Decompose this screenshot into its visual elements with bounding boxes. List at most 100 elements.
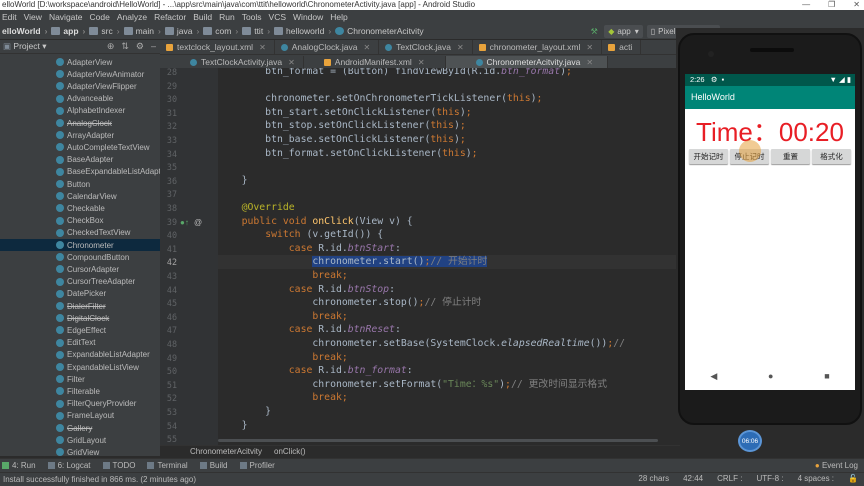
code-line[interactable]: case R.id.btnStop:: [218, 283, 395, 297]
emulator-screen[interactable]: 2:26 ⚙ ▪ ▼ ◢ ▮ HelloWorld Time：00:20 开始记…: [685, 74, 855, 390]
crumb-module[interactable]: app ›: [51, 26, 85, 36]
crumb-class[interactable]: ChronometerAcitvity: [190, 447, 262, 456]
menu-view[interactable]: View: [24, 12, 42, 22]
status-indent[interactable]: 4 spaces :: [798, 474, 834, 483]
menu-build[interactable]: Build: [193, 12, 212, 22]
restore-icon[interactable]: ❐: [828, 0, 835, 10]
code-line[interactable]: @Override: [218, 201, 295, 215]
code-line[interactable]: case R.id.btnStart:: [218, 242, 401, 256]
menu-vcs[interactable]: VCS: [269, 12, 286, 22]
menu-edit[interactable]: Edit: [2, 12, 17, 22]
tree-item[interactable]: CalendarView: [56, 190, 117, 202]
start-button[interactable]: 开始记时: [689, 149, 728, 164]
crumb-folder[interactable]: java ›: [164, 26, 199, 36]
recents-icon[interactable]: ■: [824, 371, 829, 381]
close-icon[interactable]: ✕: [457, 43, 464, 52]
tree-item[interactable]: ExpandableListAdapter: [56, 349, 150, 361]
home-icon[interactable]: ●: [768, 371, 773, 381]
menu-run[interactable]: Run: [219, 12, 235, 22]
tree-item[interactable]: AdapterViewAnimator: [56, 68, 144, 80]
hide-icon[interactable]: –: [151, 41, 156, 52]
crumb-project[interactable]: elloWorld ›: [2, 26, 47, 36]
tool-event-log[interactable]: ● Event Log: [815, 461, 858, 470]
tree-item[interactable]: Button: [56, 178, 90, 190]
tree-item[interactable]: CursorTreeAdapter: [56, 276, 135, 288]
tree-item[interactable]: ArrayAdapter: [56, 129, 114, 141]
scrollbar-thumb[interactable]: [218, 439, 658, 442]
code-line[interactable]: break;: [218, 310, 347, 324]
close-icon[interactable]: ✕: [363, 43, 370, 52]
code-line[interactable]: case R.id.btnReset:: [218, 323, 401, 337]
status-encoding[interactable]: UTF-8 :: [756, 474, 783, 483]
crumb-method[interactable]: onClick(): [274, 447, 306, 456]
close-icon[interactable]: ✕: [853, 0, 860, 10]
code-line[interactable]: chronometer.setBase(SystemClock.elapsedR…: [218, 337, 631, 351]
code-line[interactable]: public void onClick(View v) {: [218, 215, 413, 229]
tree-item[interactable]: EdgeEffect: [56, 324, 106, 336]
menu-tools[interactable]: Tools: [242, 12, 262, 22]
tab-textclock[interactable]: TextClock.java ✕: [379, 40, 473, 54]
minimize-icon[interactable]: —: [802, 0, 810, 10]
code-line[interactable]: break;: [218, 269, 347, 283]
tool-logcat[interactable]: 6: Logcat: [47, 461, 91, 470]
tree-item[interactable]: BaseExpandableListAdapter: [56, 166, 160, 178]
tree-item[interactable]: GridLayout: [56, 434, 106, 446]
code-line[interactable]: btn_start.setOnClickListener(this);: [218, 106, 471, 120]
menu-help[interactable]: Help: [330, 12, 347, 22]
back-icon[interactable]: ◀: [710, 371, 717, 382]
tree-item[interactable]: Checkable: [56, 202, 105, 214]
run-config-select[interactable]: ◆ app ▾: [604, 25, 643, 38]
code-line[interactable]: chronometer.setFormat("Time：%s");// 更改时间…: [218, 378, 607, 392]
tab-chronometer-activity[interactable]: ChronometerAcitvity.java ✕: [445, 56, 609, 68]
tree-item[interactable]: Advanceable: [56, 93, 113, 105]
status-line-separator[interactable]: CRLF :: [717, 474, 742, 483]
tab-chronometer-layout[interactable]: chronometer_layout.xml ✕: [473, 40, 603, 54]
tree-item[interactable]: CheckBox: [56, 215, 103, 227]
code-line[interactable]: break;: [218, 351, 347, 365]
code-line[interactable]: chronometer.start();// 开始计时: [218, 255, 680, 269]
locate-icon[interactable]: ⊕: [107, 41, 115, 52]
code-line[interactable]: btn_format.setOnClickListener(this);: [218, 147, 477, 161]
tree-item[interactable]: DialerFilter: [56, 300, 106, 312]
tab-analogclock[interactable]: AnalogClock.java ✕: [275, 40, 380, 54]
tree-item[interactable]: DatePicker: [56, 288, 106, 300]
gear-icon[interactable]: ⚙: [136, 41, 144, 52]
tool-profiler[interactable]: Profiler: [239, 461, 275, 470]
code-line[interactable]: chronometer.setOnChronometerTickListener…: [218, 92, 542, 106]
format-button[interactable]: 格式化: [812, 149, 851, 164]
code-line[interactable]: break;: [218, 391, 347, 405]
tree-item[interactable]: AdapterView: [56, 56, 112, 68]
menu-navigate[interactable]: Navigate: [49, 12, 83, 22]
tab-overflow[interactable]: acti: [602, 40, 642, 54]
tool-terminal[interactable]: Terminal: [147, 461, 188, 470]
tree-item[interactable]: AnalogClock: [56, 117, 112, 129]
reset-button[interactable]: 重置: [771, 149, 810, 164]
tree-item[interactable]: ExpandableListView: [56, 361, 139, 373]
crumb-package[interactable]: com ›: [203, 26, 238, 36]
tree-item[interactable]: FrameLayout: [56, 410, 114, 422]
tree-item[interactable]: CursorAdapter: [56, 263, 119, 275]
code-line[interactable]: switch (v.getId()) {: [218, 228, 383, 242]
tree-item[interactable]: AdapterViewFlipper: [56, 80, 137, 92]
code-line[interactable]: case R.id.btn_format:: [218, 364, 413, 378]
code-line[interactable]: btn_stop.setOnClickListener(this);: [218, 119, 466, 133]
code-line[interactable]: btn_base.setOnClickListener(this);: [218, 133, 466, 147]
project-view-select[interactable]: ▣ Project ▾: [3, 41, 47, 52]
menu-refactor[interactable]: Refactor: [154, 12, 186, 22]
close-icon[interactable]: ✕: [586, 43, 593, 52]
tree-item[interactable]: CompoundButton: [56, 251, 129, 263]
collapse-icon[interactable]: ⇅: [121, 41, 129, 52]
tab-textclock-layout[interactable]: textclock_layout.xml ✕: [160, 40, 275, 54]
close-icon[interactable]: ✕: [288, 58, 295, 67]
tree-item[interactable]: EditText: [56, 337, 95, 349]
code-line[interactable]: chronometer.stop();// 停止计时: [218, 296, 481, 310]
tree-item[interactable]: Chronometer: [0, 239, 160, 251]
tab-android-manifest[interactable]: AndroidManifest.xml ✕: [304, 56, 446, 68]
tree-item[interactable]: DigitalClock: [56, 312, 109, 324]
code-editor[interactable]: btn_format = (Button) findViewById(R.id.…: [218, 68, 680, 445]
horizontal-scrollbar[interactable]: [218, 437, 680, 443]
tree-item[interactable]: AlphabetIndexer: [56, 105, 125, 117]
tree-item[interactable]: AutoCompleteTextView: [56, 141, 150, 153]
close-icon[interactable]: ✕: [259, 43, 266, 52]
code-line[interactable]: btn_format = (Button) findViewById(R.id.…: [218, 68, 572, 79]
